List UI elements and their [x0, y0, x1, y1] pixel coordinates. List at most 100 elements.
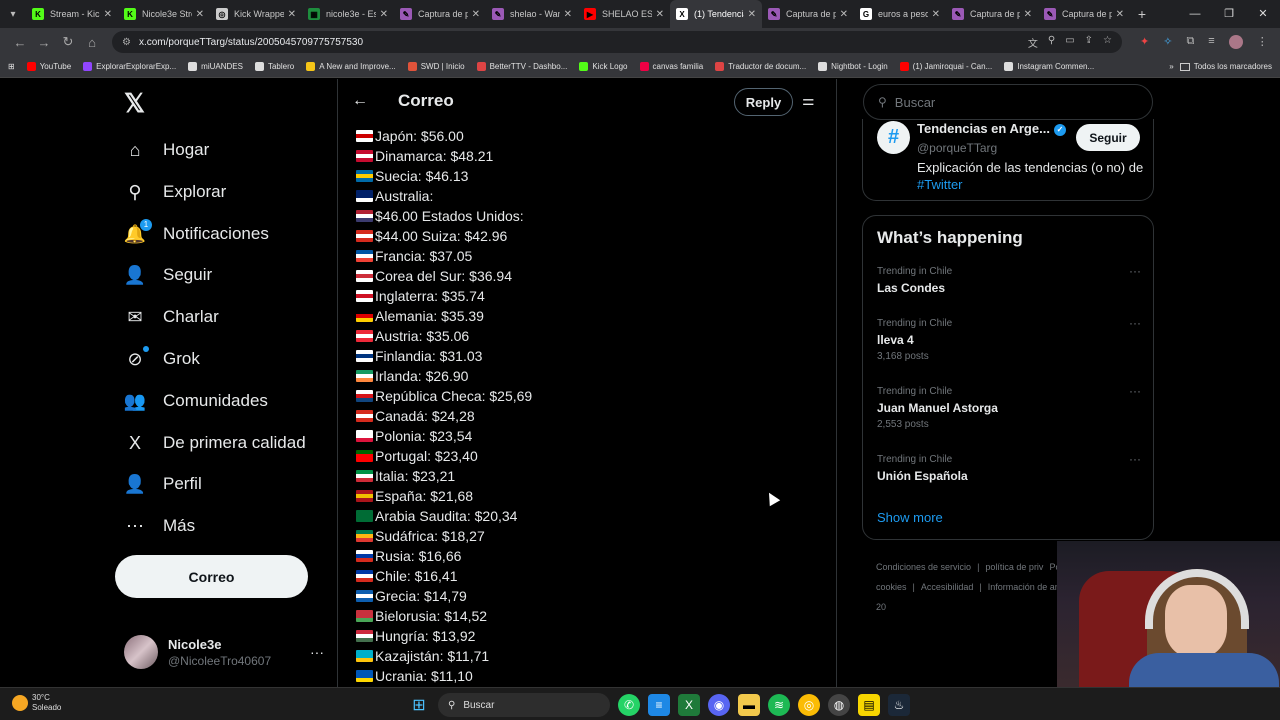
nav-item-comunidades[interactable]: 👥 Comunidades [124, 386, 268, 416]
extension-icon[interactable]: ✦ [1140, 35, 1149, 49]
share-icon[interactable]: ⇪ [1085, 35, 1093, 50]
follow-button[interactable]: Seguir [1076, 124, 1140, 151]
url-field[interactable]: ⚙ x.com/porqueTTarg/status/2005045709775… [112, 31, 1122, 53]
hashtag-avatar-icon[interactable]: # [877, 121, 910, 154]
back-button[interactable]: ← [8, 35, 32, 50]
windows-start-icon[interactable]: ⊞ [408, 694, 430, 716]
trend-item[interactable]: Trending in Chile lleva 4 3,168 posts ··· [877, 316, 1141, 362]
maximize-button[interactable]: ❐ [1212, 0, 1246, 28]
show-more-link[interactable]: Show more [877, 510, 943, 525]
bookmark-item[interactable]: Instagram Commen... [1004, 62, 1094, 71]
more-icon[interactable]: ··· [1129, 384, 1141, 398]
filter-settings-icon[interactable]: ⚌ [802, 92, 815, 109]
close-tab-icon[interactable]: ✕ [380, 9, 388, 20]
more-icon[interactable]: ··· [1129, 452, 1141, 466]
nav-item-más[interactable]: ⋯ Más [124, 511, 195, 541]
bookmark-item[interactable]: A New and Improve... [306, 62, 396, 71]
notepad-icon[interactable]: ≡ [648, 694, 670, 716]
x-logo-icon[interactable]: 𝕏 [124, 90, 148, 116]
bookmark-item[interactable]: Traductor de docum... [715, 62, 806, 71]
browser-menu-icon[interactable]: ⋮ [1257, 35, 1268, 49]
more-icon[interactable]: ··· [1129, 264, 1141, 278]
trend-item[interactable]: Trending in Chile Unión Española ··· [877, 452, 1141, 483]
bookmark-item[interactable]: Tablero [254, 62, 294, 71]
nav-item-seguir[interactable]: 👤 Seguir [124, 260, 212, 290]
all-bookmarks-folder[interactable]: Todos los marcadores [1179, 62, 1272, 71]
minimize-button[interactable]: — [1178, 0, 1212, 28]
bookmark-item[interactable]: SWD | Inicio [407, 62, 465, 71]
discord-icon[interactable]: ◉ [708, 694, 730, 716]
nav-item-grok[interactable]: ⊘ Grok [124, 344, 200, 374]
browser-tab[interactable]: X (1) Tendencias ✕ [670, 0, 762, 28]
browser-tab[interactable]: ✎ Captura de pantalla ✕ [762, 0, 854, 28]
home-button[interactable]: ⌂ [80, 35, 104, 50]
close-window-button[interactable]: ✕ [1246, 0, 1280, 28]
extension-icon[interactable]: ✧ [1163, 35, 1172, 49]
bookmark-item[interactable]: Nightbot - Login [818, 62, 888, 71]
bookmark-item[interactable]: canvas familia [639, 62, 703, 71]
close-tab-icon[interactable]: ✕ [288, 9, 296, 20]
apps-icon[interactable]: ⊞ [8, 62, 15, 71]
weather-widget[interactable]: 30°C Soleado [12, 693, 61, 713]
close-tab-icon[interactable]: ✕ [748, 9, 756, 20]
footer-link[interactable]: Accesibilidad [921, 582, 974, 592]
reading-list-icon[interactable]: ≡ [1208, 35, 1214, 49]
browser-tab[interactable]: ✎ shelao - Wanted ✕ [486, 0, 578, 28]
browser-tab[interactable]: ▶ SHELAO ES ✕ [578, 0, 670, 28]
obs-icon[interactable]: ◍ [828, 694, 850, 716]
footer-link[interactable]: Condiciones de servicio [876, 562, 971, 572]
bookmark-item[interactable]: BetterTTV - Dashbo... [476, 62, 567, 71]
excel-icon[interactable]: X [678, 694, 700, 716]
steam-icon[interactable]: ♨ [888, 694, 910, 716]
bookmark-item[interactable]: ExplorarExplorarExp... [83, 62, 176, 71]
browser-tab[interactable]: K Nicole3e Stream ✕ [118, 0, 210, 28]
close-tab-icon[interactable]: ✕ [656, 9, 664, 20]
bookmark-item[interactable]: miUANDES [188, 62, 243, 71]
post-button[interactable]: Correo [115, 555, 308, 598]
zoom-icon[interactable]: ⚲ [1048, 35, 1055, 50]
more-icon[interactable]: ··· [1129, 316, 1141, 330]
close-tab-icon[interactable]: ✕ [104, 9, 112, 20]
reload-button[interactable]: ↻ [56, 34, 80, 50]
footer-link[interactable]: política de priv [985, 562, 1043, 572]
more-icon[interactable]: ··· [310, 644, 324, 660]
spotify-icon[interactable]: ≋ [768, 694, 790, 716]
browser-tab[interactable]: ◎ Kick Wrapped ✕ [210, 0, 302, 28]
nav-item-de-primera-calidad[interactable]: X De primera calidad [124, 428, 306, 458]
account-switcher[interactable]: Nicole3e @NicoleeTro40607 ··· [124, 632, 324, 672]
cast-icon[interactable]: ▭ [1065, 35, 1074, 50]
trend-item[interactable]: Trending in Chile Las Condes ··· [877, 264, 1141, 295]
nav-item-notificaciones[interactable]: 🔔 1 Notificaciones [124, 219, 269, 249]
nav-item-hogar[interactable]: ⌂ Hogar [124, 135, 210, 165]
close-tab-icon[interactable]: ✕ [564, 9, 572, 20]
close-tab-icon[interactable]: ✕ [196, 9, 204, 20]
chrome-icon[interactable]: ◎ [798, 694, 820, 716]
close-tab-icon[interactable]: ✕ [840, 9, 848, 20]
sticky-notes-icon[interactable]: ▤ [858, 694, 880, 716]
bookmark-item[interactable]: Kick Logo [579, 62, 628, 71]
profile-name[interactable]: Tendencias en Arge... ✓ [917, 121, 1066, 136]
bookmark-item[interactable]: (1) Jamiroquai - Can... [899, 62, 992, 71]
browser-tab[interactable]: Geuros a pesos ✕ [854, 0, 946, 28]
site-info-icon[interactable]: ⚙ [122, 37, 131, 48]
tab-search-button[interactable]: ▾ [0, 0, 26, 28]
close-tab-icon[interactable]: ✕ [932, 9, 940, 20]
bookmark-item[interactable]: YouTube [26, 62, 71, 71]
forward-button[interactable]: → [32, 35, 56, 50]
trend-item[interactable]: Trending in Chile Juan Manuel Astorga 2,55… [877, 384, 1141, 430]
bookmark-star-icon[interactable]: ☆ [1103, 35, 1112, 50]
close-tab-icon[interactable]: ✕ [1116, 9, 1124, 20]
browser-tab[interactable]: ✎ Captura de pantalla ✕ [1038, 0, 1130, 28]
extensions-puzzle-icon[interactable]: ⧉ [1186, 35, 1194, 49]
close-tab-icon[interactable]: ✕ [472, 9, 480, 20]
browser-tab[interactable]: ✎ Captura de pantalla ✕ [394, 0, 486, 28]
close-tab-icon[interactable]: ✕ [1024, 9, 1032, 20]
search-input[interactable]: ⚲ Buscar [863, 84, 1153, 120]
reply-button[interactable]: Reply [734, 88, 793, 116]
browser-tab[interactable]: ✎ Captura de pantalla ✕ [946, 0, 1038, 28]
nav-item-perfil[interactable]: 👤 Perfil [124, 469, 202, 499]
browser-tab[interactable]: ▦ nicole3e - Estadísticas ✕ [302, 0, 394, 28]
profile-avatar[interactable] [1228, 35, 1243, 49]
back-arrow-icon[interactable]: ← [352, 92, 372, 110]
bio-hashtag-link[interactable]: #Twitter [917, 177, 963, 192]
